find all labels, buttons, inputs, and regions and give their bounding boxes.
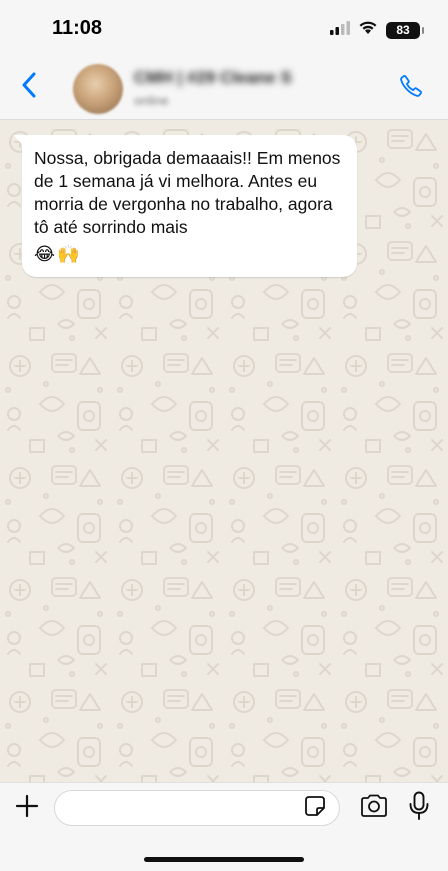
status-bar: 11:08 83: [0, 0, 448, 60]
camera-icon: [359, 794, 389, 823]
chat-area[interactable]: Nossa, obrigada demaaais!! Em menos de 1…: [0, 120, 448, 782]
attach-button[interactable]: [12, 793, 42, 823]
sticker-button[interactable]: [302, 795, 328, 821]
sticker-icon: [304, 795, 326, 822]
phone-icon: [399, 74, 423, 103]
battery-icon: 83: [386, 21, 424, 39]
home-indicator[interactable]: [144, 857, 304, 862]
message-bubble-incoming[interactable]: Nossa, obrigada demaaais!! Em menos de 1…: [13, 135, 357, 277]
camera-button[interactable]: [358, 794, 390, 822]
message-emoji: 😂🙌: [34, 244, 82, 264]
plus-icon: [15, 794, 39, 823]
back-chevron-icon: [21, 72, 37, 103]
cellular-signal-icon: [330, 20, 350, 40]
chat-header: CMH | #29 Cleane S online: [0, 60, 448, 120]
wifi-icon: [358, 20, 378, 40]
voice-message-button[interactable]: [404, 791, 434, 826]
input-bar: [0, 782, 448, 871]
voice-call-button[interactable]: [396, 73, 426, 103]
status-icons: 83: [330, 20, 424, 40]
back-button[interactable]: [14, 72, 44, 102]
message-text: Nossa, obrigada demaaais!! Em menos de 1…: [34, 148, 341, 237]
contact-name[interactable]: CMH | #29 Cleane S: [134, 68, 292, 88]
contact-status: online: [134, 93, 169, 108]
message-input[interactable]: [54, 790, 340, 826]
status-time: 11:08: [52, 17, 103, 39]
contact-avatar[interactable]: [73, 64, 123, 114]
microphone-icon: [408, 791, 430, 826]
